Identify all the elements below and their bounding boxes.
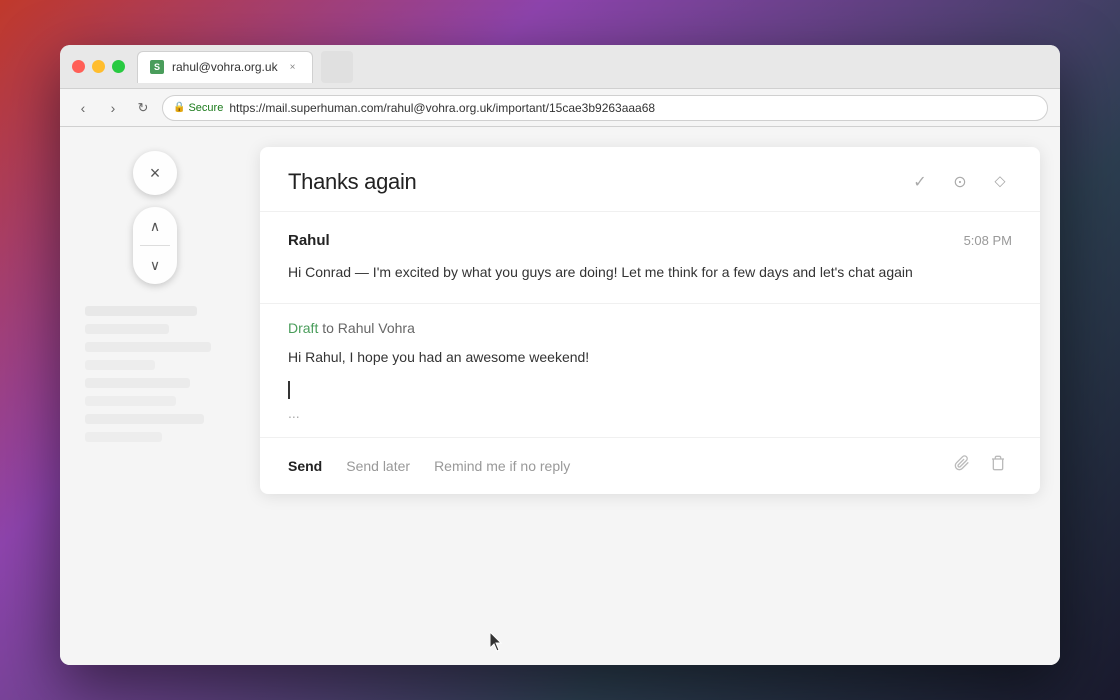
up-arrow-button[interactable]: ∧ bbox=[133, 207, 177, 245]
browser-window: S rahul@vohra.org.uk × ‹ › ↻ 🔒 Secure ht… bbox=[60, 45, 1060, 665]
nav-arrows-group: ∧ ∨ bbox=[133, 207, 177, 284]
up-chevron-icon: ∧ bbox=[150, 218, 160, 235]
text-cursor bbox=[288, 381, 290, 399]
attach-button[interactable] bbox=[948, 452, 976, 480]
close-icon: × bbox=[150, 163, 161, 184]
mouse-cursor bbox=[490, 632, 502, 650]
tab-favicon: S bbox=[150, 60, 164, 74]
draft-body-line1: Hi Rahul, I hope you had an awesome week… bbox=[288, 346, 1012, 368]
delete-draft-button[interactable] bbox=[984, 452, 1012, 480]
draft-section: Draft to Rahul Vohra Hi Rahul, I hope yo… bbox=[260, 304, 1040, 436]
address-bar[interactable]: 🔒 Secure https://mail.superhuman.com/rah… bbox=[162, 95, 1048, 121]
tab-bar: S rahul@vohra.org.uk × bbox=[137, 51, 1048, 83]
draft-label-gray: to Rahul Vohra bbox=[318, 320, 415, 336]
clock-icon: ⊙ bbox=[953, 172, 966, 192]
browser-content: × ∧ ∨ bbox=[60, 127, 1060, 665]
draft-label: Draft to Rahul Vohra bbox=[288, 320, 1012, 336]
email-card: Thanks again ✓ ⊙ ⬦ bbox=[260, 147, 1040, 494]
inbox-icon: ⬦ bbox=[994, 173, 1005, 191]
remind-button[interactable]: Remind me if no reply bbox=[434, 458, 570, 474]
message-item: Rahul 5:08 PM Hi Conrad — I'm excited by… bbox=[260, 212, 1040, 304]
message-time: 5:08 PM bbox=[964, 233, 1012, 248]
message-body: Hi Conrad — I'm excited by what you guys… bbox=[288, 261, 1012, 283]
close-window-button[interactable] bbox=[72, 60, 85, 73]
draft-cursor-area[interactable] bbox=[288, 381, 1012, 399]
send-button[interactable]: Send bbox=[288, 458, 322, 474]
email-header: Thanks again ✓ ⊙ ⬦ bbox=[260, 147, 1040, 212]
secure-badge: 🔒 Secure bbox=[173, 102, 223, 114]
forward-button[interactable]: › bbox=[102, 97, 124, 119]
snooze-button[interactable]: ⊙ bbox=[948, 170, 972, 194]
maximize-window-button[interactable] bbox=[112, 60, 125, 73]
email-main: Thanks again ✓ ⊙ ⬦ bbox=[250, 127, 1060, 665]
secure-label: Secure bbox=[188, 102, 223, 114]
draft-label-green: Draft bbox=[288, 320, 318, 336]
new-tab-area[interactable] bbox=[321, 51, 353, 83]
mark-done-button[interactable]: ✓ bbox=[908, 170, 932, 194]
email-header-actions: ✓ ⊙ ⬦ bbox=[908, 170, 1012, 194]
email-subject: Thanks again bbox=[288, 169, 417, 195]
send-later-button[interactable]: Send later bbox=[346, 458, 410, 474]
draft-toolbar: Send Send later Remind me if no reply bbox=[260, 437, 1040, 494]
lock-icon: 🔒 bbox=[173, 102, 185, 113]
move-button[interactable]: ⬦ bbox=[988, 170, 1012, 194]
checkmark-icon: ✓ bbox=[913, 172, 926, 192]
minimize-window-button[interactable] bbox=[92, 60, 105, 73]
sidebar-content bbox=[85, 306, 225, 450]
draft-ellipsis: ... bbox=[288, 405, 1012, 421]
tab-title: rahul@vohra.org.uk bbox=[172, 60, 278, 74]
tab-close-button[interactable]: × bbox=[286, 60, 300, 74]
down-arrow-button[interactable]: ∨ bbox=[133, 246, 177, 284]
browser-toolbar: ‹ › ↻ 🔒 Secure https://mail.superhuman.c… bbox=[60, 89, 1060, 127]
message-sender: Rahul bbox=[288, 232, 330, 249]
close-circle-button[interactable]: × bbox=[133, 151, 177, 195]
back-button[interactable]: ‹ bbox=[72, 97, 94, 119]
left-panel: × ∧ ∨ bbox=[60, 127, 250, 665]
reload-button[interactable]: ↻ bbox=[132, 97, 154, 119]
paperclip-icon bbox=[954, 455, 970, 476]
browser-tab-active[interactable]: S rahul@vohra.org.uk × bbox=[137, 51, 313, 83]
down-chevron-icon: ∨ bbox=[150, 257, 160, 274]
title-bar: S rahul@vohra.org.uk × bbox=[60, 45, 1060, 89]
trash-icon bbox=[990, 455, 1006, 476]
url-text: https://mail.superhuman.com/rahul@vohra.… bbox=[229, 101, 655, 115]
message-meta: Rahul 5:08 PM bbox=[288, 232, 1012, 249]
traffic-lights bbox=[72, 60, 125, 73]
